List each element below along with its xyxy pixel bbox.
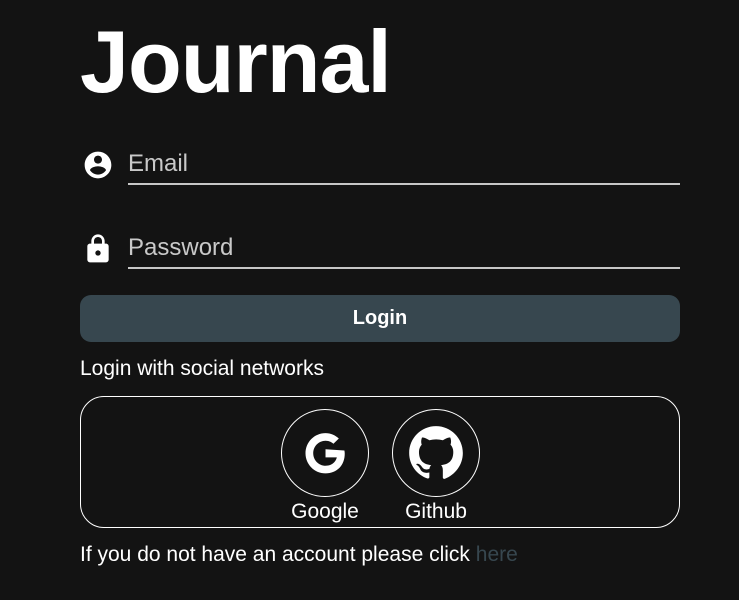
lock-icon <box>87 234 109 263</box>
github-icon-circle[interactable] <box>392 409 480 497</box>
github-label: Github <box>405 500 467 523</box>
login-page: Journal Login Login with social networks… <box>0 0 739 600</box>
google-icon-circle[interactable] <box>281 409 369 497</box>
register-text: If you do not have an account please cli… <box>80 543 470 566</box>
email-field-group <box>80 145 680 189</box>
github-login-button[interactable]: Github <box>392 409 480 525</box>
register-prompt: If you do not have an account please cli… <box>80 541 518 569</box>
email-input[interactable] <box>128 145 680 185</box>
github-icon <box>409 426 463 479</box>
register-link[interactable]: here <box>476 543 518 566</box>
google-label: Google <box>291 500 359 523</box>
password-field-group <box>80 229 680 273</box>
google-login-button[interactable]: Google <box>281 409 369 525</box>
account-circle-icon <box>84 151 112 179</box>
social-login-panel: Google Github <box>80 396 680 528</box>
password-input[interactable] <box>128 229 680 269</box>
social-login-heading: Login with social networks <box>80 357 324 380</box>
google-icon <box>305 433 345 474</box>
page-title: Journal <box>80 12 392 111</box>
login-button[interactable]: Login <box>80 295 680 342</box>
